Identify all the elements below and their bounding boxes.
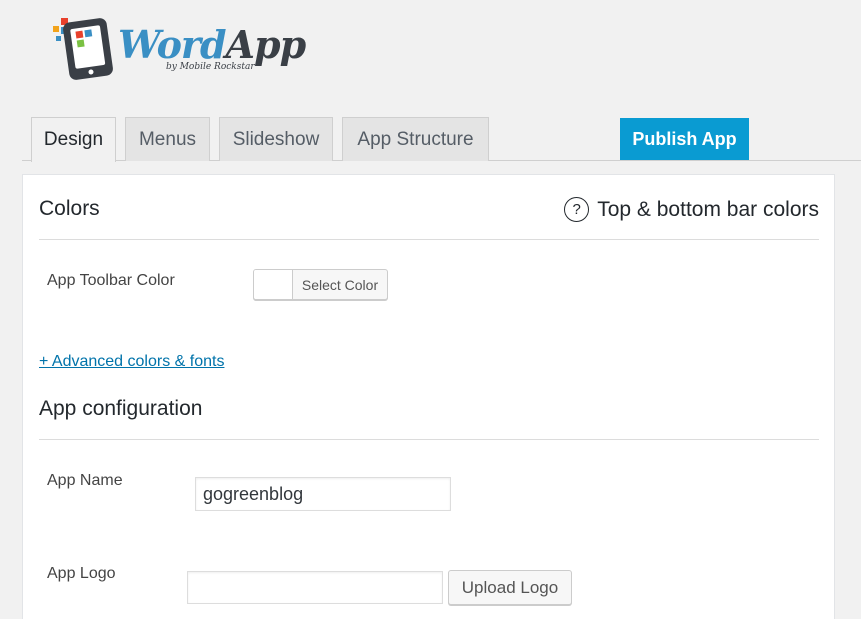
advanced-colors-link[interactable]: + Advanced colors & fonts: [39, 353, 224, 371]
app-name-label: App Name: [47, 472, 123, 489]
app-config-section-title: App configuration: [39, 397, 203, 420]
tab-app-structure[interactable]: App Structure: [342, 117, 489, 161]
logo-word-part2: App: [225, 22, 307, 67]
colors-divider: [39, 239, 819, 240]
select-color-button[interactable]: Select Color: [293, 270, 387, 299]
colors-section-title: Colors: [39, 197, 100, 220]
publish-app-button[interactable]: Publish App: [620, 118, 749, 160]
app-logo-input[interactable]: [187, 571, 443, 604]
logo-wordmark: WordApp: [118, 22, 307, 67]
config-divider: [39, 439, 819, 440]
tab-design[interactable]: Design: [31, 117, 116, 162]
toolbar-color-picker[interactable]: Select Color: [253, 269, 388, 300]
wordapp-design-page: WordApp by Mobile Rockstar Design Menus …: [0, 0, 861, 619]
logo-tagline: by Mobile Rockstar: [166, 62, 255, 72]
upload-logo-button[interactable]: Upload Logo: [448, 570, 572, 605]
wordapp-logo: WordApp by Mobile Rockstar: [52, 16, 306, 86]
question-circle-icon[interactable]: ?: [564, 197, 590, 222]
app-logo-label: App Logo: [47, 565, 116, 582]
app-name-input[interactable]: gogreenblog: [195, 477, 451, 511]
toolbar-color-label: App Toolbar Color: [47, 272, 175, 289]
logo-word-part1: Word: [118, 22, 227, 67]
help-text: Top & bottom bar colors: [597, 197, 819, 221]
color-swatch[interactable]: [254, 270, 293, 299]
design-panel: Colors ? Top & bottom bar colors App Too…: [22, 174, 835, 619]
tab-menus[interactable]: Menus: [125, 117, 210, 161]
phone-pixels-icon: [53, 18, 113, 80]
bar-colors-help[interactable]: ? Top & bottom bar colors: [564, 197, 819, 222]
tab-slideshow[interactable]: Slideshow: [219, 117, 333, 161]
